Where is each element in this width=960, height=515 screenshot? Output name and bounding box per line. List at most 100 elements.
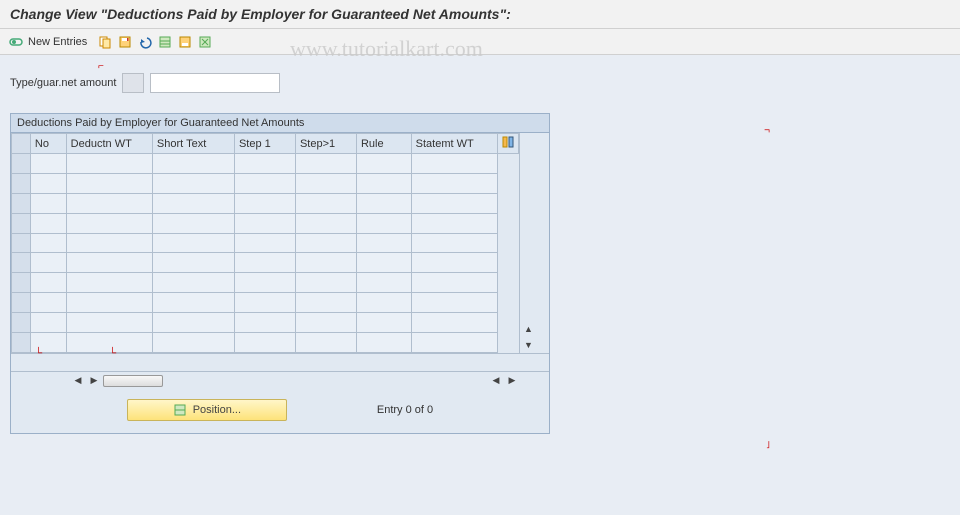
row-selector[interactable]	[12, 253, 31, 273]
cell[interactable]	[295, 273, 356, 293]
row-selector[interactable]	[12, 333, 31, 353]
table-row[interactable]	[12, 173, 519, 193]
copy-icon[interactable]	[97, 34, 113, 50]
cell[interactable]	[356, 173, 411, 193]
cell[interactable]	[411, 213, 497, 233]
col-rule[interactable]: Rule	[356, 134, 411, 154]
hscroll-thumb[interactable]	[103, 375, 163, 387]
cell[interactable]	[295, 233, 356, 253]
cell[interactable]	[30, 253, 66, 273]
row-selector[interactable]	[12, 213, 31, 233]
row-selector[interactable]	[12, 273, 31, 293]
col-short-text[interactable]: Short Text	[152, 134, 234, 154]
hscroll-right2-icon[interactable]: ▶	[505, 374, 519, 388]
table-row[interactable]	[12, 154, 519, 174]
cell[interactable]	[295, 333, 356, 353]
cell[interactable]	[30, 293, 66, 313]
row-selector[interactable]	[12, 233, 31, 253]
cell[interactable]	[234, 333, 295, 353]
cell[interactable]	[234, 154, 295, 174]
row-selector[interactable]	[12, 313, 31, 333]
select-all-icon[interactable]	[157, 34, 173, 50]
table-row[interactable]	[12, 233, 519, 253]
cell[interactable]	[152, 313, 234, 333]
cell[interactable]	[411, 154, 497, 174]
new-entries-button[interactable]: New Entries	[28, 36, 87, 48]
row-selector-header[interactable]	[12, 134, 31, 154]
table-row[interactable]	[12, 213, 519, 233]
cell[interactable]	[234, 173, 295, 193]
cell[interactable]	[234, 313, 295, 333]
cell[interactable]	[30, 273, 66, 293]
deselect-icon[interactable]	[197, 34, 213, 50]
cell[interactable]	[356, 273, 411, 293]
cell[interactable]	[356, 293, 411, 313]
vertical-scrollbar[interactable]: ▲ ▼	[519, 133, 537, 353]
position-button[interactable]: Position...	[127, 399, 287, 421]
configure-columns-icon[interactable]	[497, 134, 518, 154]
cell[interactable]	[30, 233, 66, 253]
cell[interactable]	[411, 173, 497, 193]
cell[interactable]	[66, 233, 152, 253]
toggle-icon[interactable]	[8, 34, 24, 50]
hscroll-right-icon[interactable]: ▶	[87, 374, 101, 388]
scroll-up-icon[interactable]: ▲	[520, 321, 537, 337]
cell[interactable]	[234, 213, 295, 233]
cell[interactable]	[152, 293, 234, 313]
row-selector[interactable]	[12, 154, 31, 174]
col-statemt-wt[interactable]: Statemt WT	[411, 134, 497, 154]
table-row[interactable]	[12, 273, 519, 293]
cell[interactable]	[66, 253, 152, 273]
cell[interactable]	[30, 193, 66, 213]
cell[interactable]	[30, 213, 66, 233]
hscroll-left-icon[interactable]: ◀	[71, 374, 85, 388]
hscroll-left2-icon[interactable]: ◀	[489, 374, 503, 388]
cell[interactable]	[152, 273, 234, 293]
cell[interactable]	[295, 213, 356, 233]
row-selector[interactable]	[12, 193, 31, 213]
cell[interactable]	[411, 253, 497, 273]
guar-net-amount-input[interactable]	[150, 73, 280, 93]
cell[interactable]	[152, 333, 234, 353]
cell[interactable]	[66, 154, 152, 174]
cell[interactable]	[295, 293, 356, 313]
cell[interactable]	[152, 193, 234, 213]
cell[interactable]	[234, 253, 295, 273]
cell[interactable]	[234, 293, 295, 313]
cell[interactable]	[30, 154, 66, 174]
cell[interactable]	[356, 154, 411, 174]
cell[interactable]	[356, 333, 411, 353]
cell[interactable]	[30, 173, 66, 193]
save-variant-icon[interactable]	[177, 34, 193, 50]
cell[interactable]	[356, 313, 411, 333]
col-step-gt1[interactable]: Step>1	[295, 134, 356, 154]
cell[interactable]	[234, 233, 295, 253]
cell[interactable]	[295, 154, 356, 174]
cell[interactable]	[411, 333, 497, 353]
cell[interactable]	[66, 213, 152, 233]
type-code-input[interactable]	[122, 73, 144, 93]
cell[interactable]	[356, 213, 411, 233]
cell[interactable]	[411, 313, 497, 333]
table-row[interactable]	[12, 313, 519, 333]
cell[interactable]	[66, 173, 152, 193]
col-deductn-wt[interactable]: Deductn WT	[66, 134, 152, 154]
cell[interactable]	[152, 213, 234, 233]
table-row[interactable]	[12, 293, 519, 313]
cell[interactable]	[152, 253, 234, 273]
cell[interactable]	[66, 313, 152, 333]
cell[interactable]	[152, 173, 234, 193]
undo-icon[interactable]	[137, 34, 153, 50]
cell[interactable]	[411, 193, 497, 213]
cell[interactable]	[234, 193, 295, 213]
cell[interactable]	[295, 253, 356, 273]
scroll-down-icon[interactable]: ▼	[520, 337, 537, 353]
cell[interactable]	[356, 233, 411, 253]
cell[interactable]	[295, 193, 356, 213]
cell[interactable]	[66, 273, 152, 293]
cell[interactable]	[66, 293, 152, 313]
row-selector[interactable]	[12, 173, 31, 193]
cell[interactable]	[411, 273, 497, 293]
row-selector[interactable]	[12, 293, 31, 313]
cell[interactable]	[30, 313, 66, 333]
